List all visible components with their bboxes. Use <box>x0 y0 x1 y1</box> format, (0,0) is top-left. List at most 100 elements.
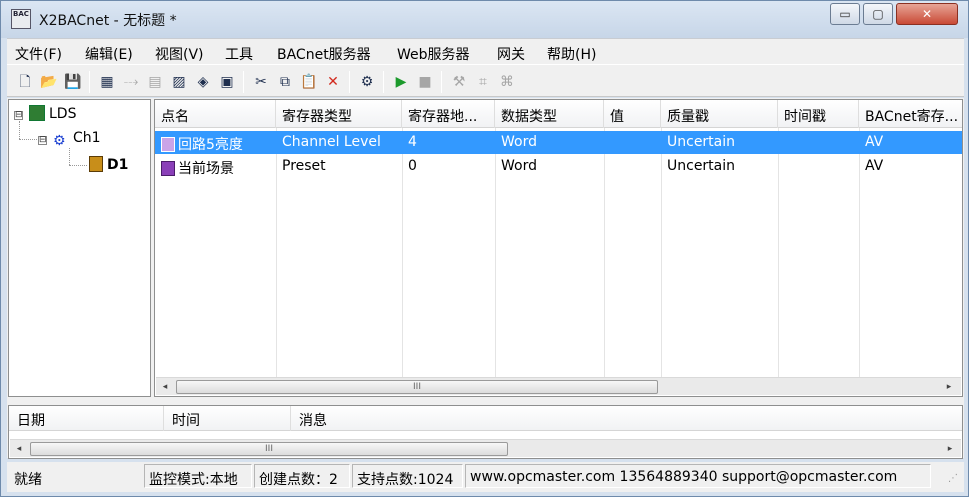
delete-icon[interactable]: ✕ <box>323 72 343 92</box>
status-monitor-mode: 监控模式:本地 <box>144 464 252 488</box>
log-panel[interactable]: 日期 时间 消息 ◂ III ▸ <box>8 405 963 459</box>
table-row[interactable]: 当前场景 Preset 0 Word Uncertain AV <box>155 155 962 178</box>
add-device-icon[interactable]: ▤ <box>145 72 165 92</box>
start-icon[interactable]: ▶ <box>391 72 411 92</box>
cell-quality: Uncertain <box>667 158 736 174</box>
app-window: BAC X2BACnet - 无标题 * ▭ ▢ ✕ 文件(F) 编辑(E) 视… <box>0 0 969 497</box>
scroll-thumb[interactable]: III <box>176 380 658 394</box>
tool-a-icon[interactable]: ⚒ <box>449 72 469 92</box>
scroll-left-icon[interactable]: ◂ <box>11 441 27 457</box>
log-horizontal-scrollbar[interactable]: ◂ III ▸ <box>10 439 961 457</box>
column-header-data-type[interactable]: 数据类型 <box>495 100 604 128</box>
menu-gateway[interactable]: 网关 <box>497 44 525 64</box>
scroll-left-icon[interactable]: ◂ <box>157 379 173 395</box>
tag-grid[interactable]: 点名 寄存器类型 寄存器地... 数据类型 值 质量戳 时间戳 BACnet寄存… <box>154 99 963 397</box>
tree-node-lds[interactable]: LDS <box>29 105 76 122</box>
status-bar: 就绪 监控模式:本地 创建点数：2 支持点数:1024 www.opcmaste… <box>7 462 964 492</box>
cut-icon[interactable]: ✂ <box>251 72 271 92</box>
maximize-button[interactable]: ▢ <box>863 3 893 25</box>
column-header-bacnet-register[interactable]: BACnet寄存... <box>859 100 962 128</box>
cell-register-address: 4 <box>408 134 417 150</box>
column-header-name[interactable]: 点名 <box>155 100 276 128</box>
open-icon[interactable]: 📂 <box>39 72 59 92</box>
channel-icon: ⚙ <box>53 133 66 149</box>
column-header-timestamp[interactable]: 时间戳 <box>778 100 859 128</box>
title-bar[interactable]: BAC X2BACnet - 无标题 * ▭ ▢ ✕ <box>1 1 968 38</box>
menu-edit[interactable]: 编辑(E) <box>85 44 133 64</box>
menu-web-server[interactable]: Web服务器 <box>397 44 470 64</box>
project-tree[interactable]: ⊟ LDS ⊟ ⚙ Ch1 D1 <box>8 99 151 397</box>
column-header-quality[interactable]: 质量戳 <box>661 100 778 128</box>
menu-help[interactable]: 帮助(H) <box>547 44 596 64</box>
cell-text: 回路5亮度 <box>178 137 243 153</box>
window-title: X2BACnet - 无标题 * <box>39 13 177 29</box>
scroll-right-icon[interactable]: ▸ <box>942 441 958 457</box>
column-header-value[interactable]: 值 <box>604 100 661 128</box>
menu-bacnet-server[interactable]: BACnet服务器 <box>277 44 371 64</box>
cell-register-type: Channel Level <box>282 134 381 150</box>
menu-bar: 文件(F) 编辑(E) 视图(V) 工具 BACnet服务器 Web服务器 网关… <box>7 38 964 64</box>
log-column-message[interactable]: 消息 <box>291 406 591 431</box>
cell-bacnet-register: AV <box>865 158 884 174</box>
cell-bacnet-register: AV <box>865 134 884 150</box>
database-icon <box>29 105 45 121</box>
status-supported-points: 支持点数:1024 <box>352 464 463 488</box>
add-group-icon[interactable]: ▨ <box>169 72 189 92</box>
toolbar-separator <box>243 71 244 93</box>
tag-icon <box>161 161 175 176</box>
copy-icon[interactable]: ⧉ <box>275 72 295 92</box>
toolbar-separator <box>441 71 442 93</box>
stop-icon[interactable]: ■ <box>415 72 435 92</box>
add-channel-icon[interactable]: ⤏ <box>121 72 141 92</box>
column-header-register-address[interactable]: 寄存器地... <box>402 100 495 128</box>
app-icon[interactable]: BAC <box>11 9 31 29</box>
cell-timestamp <box>778 131 859 154</box>
cell-text: 当前场景 <box>178 161 234 177</box>
log-header: 日期 时间 消息 <box>9 406 962 431</box>
tool-c-icon[interactable]: ⌘ <box>497 72 517 92</box>
scroll-thumb[interactable]: III <box>30 442 508 456</box>
cell-quality: Uncertain <box>667 134 736 150</box>
toolbar: 🗋 📂 💾 ▦ ⤏ ▤ ▨ ◈ ▣ ✂ ⧉ 📋 ✕ ⚙ ▶ ■ ⚒ ⌗ ⌘ <box>7 64 964 97</box>
tool-b-icon[interactable]: ⌗ <box>473 72 493 92</box>
cell-name: 回路5亮度 <box>155 131 276 154</box>
tree-connector <box>69 165 87 166</box>
cell-name: 当前场景 <box>155 155 276 178</box>
grid-horizontal-scrollbar[interactable]: ◂ III ▸ <box>156 377 961 395</box>
cell-timestamp <box>778 155 859 178</box>
paste-icon[interactable]: 📋 <box>299 72 319 92</box>
cell-register-type: Preset <box>282 158 326 174</box>
log-column-time[interactable]: 时间 <box>164 406 291 431</box>
resize-grip-icon[interactable]: ⋰ <box>948 472 962 486</box>
toolbar-separator <box>89 71 90 93</box>
cell-data-type: Word <box>501 134 537 150</box>
scroll-right-icon[interactable]: ▸ <box>941 379 957 395</box>
table-row[interactable]: 回路5亮度 Channel Level 4 Word Uncertain AV <box>155 131 962 154</box>
cell-register-address: 0 <box>408 158 417 174</box>
tree-connector <box>19 139 37 140</box>
add-database-icon[interactable]: ▦ <box>97 72 117 92</box>
add-tag-icon[interactable]: ◈ <box>193 72 213 92</box>
save-icon[interactable]: 💾 <box>63 72 83 92</box>
device-icon <box>89 156 103 172</box>
collapse-icon[interactable]: ⊟ <box>14 111 23 120</box>
toolbar-separator <box>383 71 384 93</box>
status-created-points: 创建点数：2 <box>254 464 350 488</box>
monitor-icon[interactable]: ⚙ <box>357 72 377 92</box>
tree-node-d1[interactable]: D1 <box>89 156 128 173</box>
tree-node-ch1[interactable]: ⚙ Ch1 <box>53 130 101 149</box>
column-header-register-type[interactable]: 寄存器类型 <box>276 100 402 128</box>
minimize-button[interactable]: ▭ <box>830 3 860 25</box>
properties-icon[interactable]: ▣ <box>217 72 237 92</box>
collapse-icon[interactable]: ⊟ <box>38 136 47 145</box>
cell-value <box>604 131 661 154</box>
new-icon[interactable]: 🗋 <box>15 72 35 92</box>
close-button[interactable]: ✕ <box>896 3 958 25</box>
log-column-date[interactable]: 日期 <box>9 406 164 431</box>
menu-file[interactable]: 文件(F) <box>15 44 62 64</box>
menu-tools[interactable]: 工具 <box>225 44 253 64</box>
toolbar-separator <box>349 71 350 93</box>
tree-node-label: Ch1 <box>73 130 101 146</box>
menu-view[interactable]: 视图(V) <box>155 44 204 64</box>
cell-data-type: Word <box>501 158 537 174</box>
